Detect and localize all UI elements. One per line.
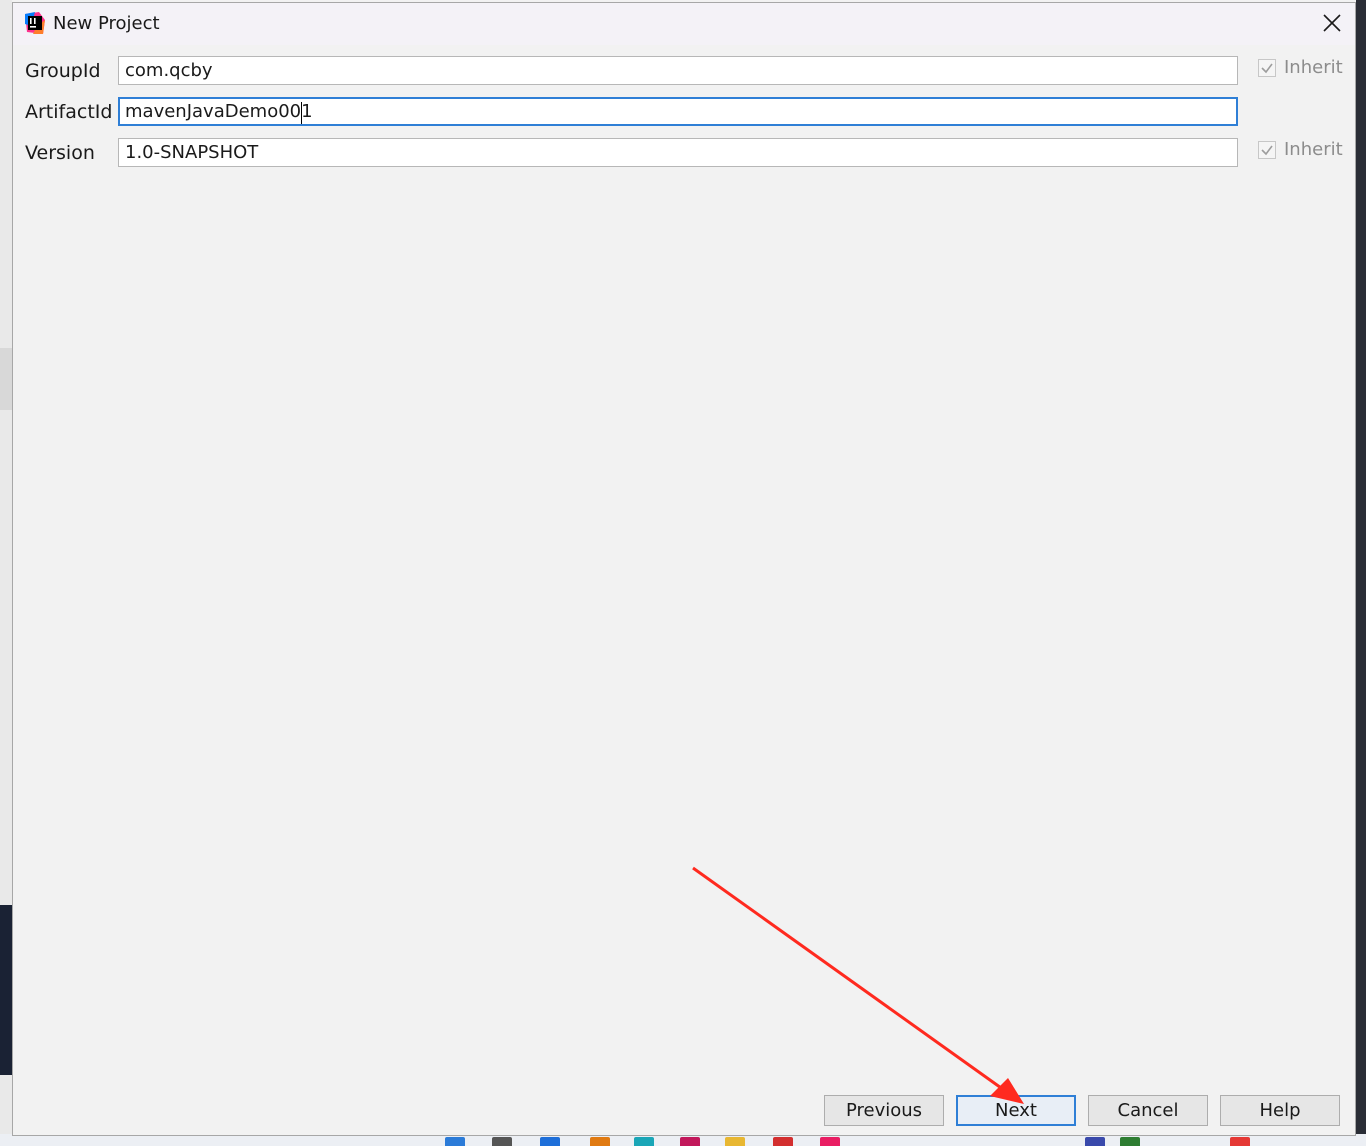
background-selected-row bbox=[0, 348, 12, 410]
dialog-titlebar: New Project bbox=[13, 3, 1355, 45]
next-button[interactable]: Next bbox=[956, 1095, 1076, 1126]
checkbox[interactable] bbox=[1258, 58, 1276, 77]
groupid-inherit-label: Inherit bbox=[1284, 57, 1343, 78]
checkmark-icon bbox=[1261, 145, 1273, 155]
background-dark-panel bbox=[0, 905, 12, 1075]
text-caret bbox=[301, 102, 302, 124]
close-icon bbox=[1323, 14, 1341, 36]
cancel-button[interactable]: Cancel bbox=[1088, 1095, 1208, 1126]
taskbar-icon[interactable] bbox=[725, 1137, 745, 1146]
groupid-inherit-checkbox[interactable]: Inherit bbox=[1258, 57, 1343, 78]
checkmark-icon bbox=[1261, 63, 1273, 73]
dialog-title: New Project bbox=[53, 13, 160, 34]
close-button[interactable] bbox=[1313, 7, 1351, 43]
background-right-edge bbox=[1356, 0, 1366, 1146]
version-inherit-checkbox[interactable]: Inherit bbox=[1258, 139, 1343, 160]
taskbar-icon[interactable] bbox=[773, 1137, 793, 1146]
taskbar-icon[interactable] bbox=[634, 1137, 654, 1146]
taskbar-icon[interactable] bbox=[1085, 1137, 1105, 1146]
taskbar-icon[interactable] bbox=[680, 1137, 700, 1146]
taskbar-icon[interactable] bbox=[590, 1137, 610, 1146]
intellij-idea-icon bbox=[25, 12, 45, 34]
version-label: Version bbox=[25, 142, 95, 164]
groupid-label: GroupId bbox=[25, 60, 101, 82]
groupid-input[interactable] bbox=[118, 56, 1238, 85]
taskbar-icon[interactable] bbox=[540, 1137, 560, 1146]
previous-button[interactable]: Previous bbox=[824, 1095, 944, 1126]
taskbar-icon[interactable] bbox=[1120, 1137, 1140, 1146]
artifactid-label: ArtifactId bbox=[25, 101, 113, 123]
version-input[interactable] bbox=[118, 138, 1238, 167]
taskbar-icon[interactable] bbox=[1230, 1137, 1250, 1146]
taskbar-icon[interactable] bbox=[820, 1137, 840, 1146]
artifactid-input[interactable] bbox=[118, 97, 1238, 126]
new-project-dialog: New Project GroupId Inherit ArtifactId V… bbox=[12, 2, 1356, 1136]
checkbox[interactable] bbox=[1258, 140, 1276, 159]
version-inherit-label: Inherit bbox=[1284, 139, 1343, 160]
taskbar-icon[interactable] bbox=[445, 1137, 465, 1146]
help-button[interactable]: Help bbox=[1220, 1095, 1340, 1126]
taskbar-icon[interactable] bbox=[492, 1137, 512, 1146]
